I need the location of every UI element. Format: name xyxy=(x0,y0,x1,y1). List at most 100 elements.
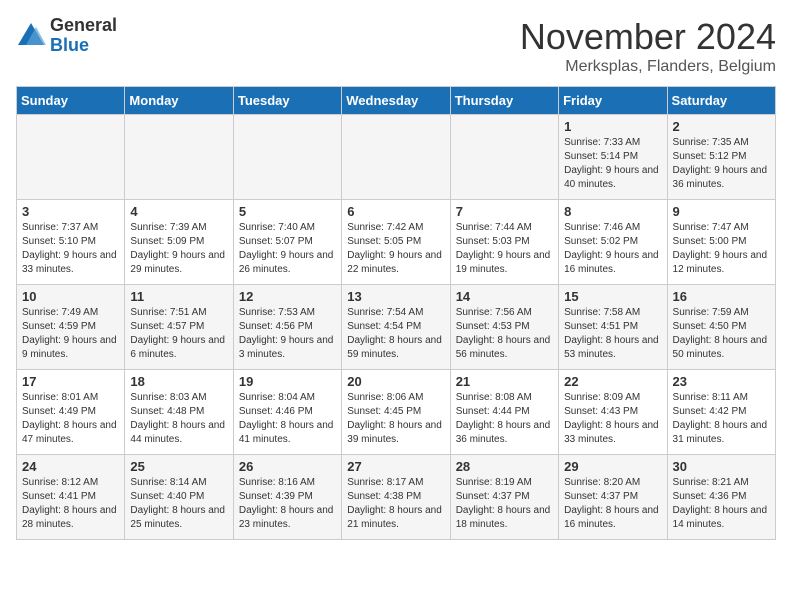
day-number: 15 xyxy=(564,289,661,304)
day-header-friday: Friday xyxy=(559,87,667,115)
month-title: November 2024 xyxy=(520,16,776,58)
day-number: 4 xyxy=(130,204,227,219)
day-header-monday: Monday xyxy=(125,87,233,115)
calendar-week-row: 17 Sunrise: 8:01 AM Sunset: 4:49 PM Dayli… xyxy=(17,370,776,455)
calendar-cell: 22 Sunrise: 8:09 AM Sunset: 4:43 PM Dayli… xyxy=(559,370,667,455)
calendar-week-row: 10 Sunrise: 7:49 AM Sunset: 4:59 PM Dayli… xyxy=(17,285,776,370)
day-info: Sunrise: 7:42 AM Sunset: 5:05 PM Dayligh… xyxy=(347,221,444,277)
calendar-cell: 14 Sunrise: 7:56 AM Sunset: 4:53 PM Dayli… xyxy=(450,285,558,370)
calendar-cell: 12 Sunrise: 7:53 AM Sunset: 4:56 PM Dayli… xyxy=(233,285,341,370)
day-number: 13 xyxy=(347,289,444,304)
calendar-cell: 18Sunrise: 8:03 AM Sunset: 4:48 PM Dayli… xyxy=(125,370,233,455)
day-info: Sunrise: 8:12 AM Sunset: 4:41 PM Dayligh… xyxy=(22,476,119,532)
day-info: Sunrise: 8:04 AM Sunset: 4:46 PM Dayligh… xyxy=(239,391,336,447)
day-header-sunday: Sunday xyxy=(17,87,125,115)
day-info: Sunrise: 7:37 AM Sunset: 5:10 PM Dayligh… xyxy=(22,221,119,277)
day-number: 17 xyxy=(22,374,119,389)
calendar-cell: 9 Sunrise: 7:47 AM Sunset: 5:00 PM Daylig… xyxy=(667,200,775,285)
day-number: 18 xyxy=(130,374,227,389)
day-number: 12 xyxy=(239,289,336,304)
calendar-cell: 16Sunrise: 7:59 AM Sunset: 4:50 PM Dayli… xyxy=(667,285,775,370)
calendar-cell: 5 Sunrise: 7:40 AM Sunset: 5:07 PM Daylig… xyxy=(233,200,341,285)
day-info: Sunrise: 7:39 AM Sunset: 5:09 PM Dayligh… xyxy=(130,221,227,277)
day-number: 27 xyxy=(347,459,444,474)
day-number: 14 xyxy=(456,289,553,304)
calendar-cell: 29 Sunrise: 8:20 AM Sunset: 4:37 PM Dayli… xyxy=(559,455,667,540)
day-number: 7 xyxy=(456,204,553,219)
day-number: 22 xyxy=(564,374,661,389)
day-info: Sunrise: 8:21 AM Sunset: 4:36 PM Dayligh… xyxy=(673,476,770,532)
day-number: 10 xyxy=(22,289,119,304)
day-info: Sunrise: 7:56 AM Sunset: 4:53 PM Dayligh… xyxy=(456,306,553,362)
calendar-week-row: 3 Sunrise: 7:37 AM Sunset: 5:10 PM Daylig… xyxy=(17,200,776,285)
calendar-cell xyxy=(233,115,341,200)
logo-text: General Blue xyxy=(50,16,117,56)
calendar-cell: 7 Sunrise: 7:44 AM Sunset: 5:03 PM Daylig… xyxy=(450,200,558,285)
day-number: 23 xyxy=(673,374,770,389)
day-number: 5 xyxy=(239,204,336,219)
day-header-saturday: Saturday xyxy=(667,87,775,115)
day-number: 1 xyxy=(564,119,661,134)
day-info: Sunrise: 7:47 AM Sunset: 5:00 PM Dayligh… xyxy=(673,221,770,277)
day-info: Sunrise: 7:46 AM Sunset: 5:02 PM Dayligh… xyxy=(564,221,661,277)
calendar-cell xyxy=(125,115,233,200)
calendar-cell: 30Sunrise: 8:21 AM Sunset: 4:36 PM Dayli… xyxy=(667,455,775,540)
location-title: Merksplas, Flanders, Belgium xyxy=(520,58,776,76)
day-info: Sunrise: 8:20 AM Sunset: 4:37 PM Dayligh… xyxy=(564,476,661,532)
calendar-week-row: 1 Sunrise: 7:33 AM Sunset: 5:14 PM Daylig… xyxy=(17,115,776,200)
calendar-cell: 1 Sunrise: 7:33 AM Sunset: 5:14 PM Daylig… xyxy=(559,115,667,200)
calendar-week-row: 24Sunrise: 8:12 AM Sunset: 4:41 PM Dayli… xyxy=(17,455,776,540)
calendar-cell: 15Sunrise: 7:58 AM Sunset: 4:51 PM Dayli… xyxy=(559,285,667,370)
day-header-tuesday: Tuesday xyxy=(233,87,341,115)
calendar-cell: 4 Sunrise: 7:39 AM Sunset: 5:09 PM Daylig… xyxy=(125,200,233,285)
day-number: 3 xyxy=(22,204,119,219)
day-info: Sunrise: 7:51 AM Sunset: 4:57 PM Dayligh… xyxy=(130,306,227,362)
day-info: Sunrise: 7:44 AM Sunset: 5:03 PM Dayligh… xyxy=(456,221,553,277)
day-number: 20 xyxy=(347,374,444,389)
calendar-cell: 25 Sunrise: 8:14 AM Sunset: 4:40 PM Dayli… xyxy=(125,455,233,540)
page-header: General Blue November 2024 Merksplas, Fl… xyxy=(16,16,776,76)
day-info: Sunrise: 8:17 AM Sunset: 4:38 PM Dayligh… xyxy=(347,476,444,532)
logo: General Blue xyxy=(16,16,117,56)
day-info: Sunrise: 7:49 AM Sunset: 4:59 PM Dayligh… xyxy=(22,306,119,362)
day-number: 9 xyxy=(673,204,770,219)
day-number: 21 xyxy=(456,374,553,389)
calendar-cell: 2 Sunrise: 7:35 AM Sunset: 5:12 PM Daylig… xyxy=(667,115,775,200)
day-number: 29 xyxy=(564,459,661,474)
day-number: 26 xyxy=(239,459,336,474)
day-number: 2 xyxy=(673,119,770,134)
calendar-cell: 21 Sunrise: 8:08 AM Sunset: 4:44 PM Dayli… xyxy=(450,370,558,455)
day-number: 19 xyxy=(239,374,336,389)
calendar-cell: 23 Sunrise: 8:11 AM Sunset: 4:42 PM Dayli… xyxy=(667,370,775,455)
day-info: Sunrise: 8:06 AM Sunset: 4:45 PM Dayligh… xyxy=(347,391,444,447)
calendar-cell: 19 Sunrise: 8:04 AM Sunset: 4:46 PM Dayli… xyxy=(233,370,341,455)
calendar-cell: 6 Sunrise: 7:42 AM Sunset: 5:05 PM Daylig… xyxy=(342,200,450,285)
calendar-cell: 3 Sunrise: 7:37 AM Sunset: 5:10 PM Daylig… xyxy=(17,200,125,285)
logo-icon xyxy=(16,21,46,51)
day-info: Sunrise: 8:19 AM Sunset: 4:37 PM Dayligh… xyxy=(456,476,553,532)
day-info: Sunrise: 7:35 AM Sunset: 5:12 PM Dayligh… xyxy=(673,136,770,192)
day-info: Sunrise: 8:01 AM Sunset: 4:49 PM Dayligh… xyxy=(22,391,119,447)
calendar-header-row: SundayMondayTuesdayWednesdayThursdayFrid… xyxy=(17,87,776,115)
day-info: Sunrise: 7:59 AM Sunset: 4:50 PM Dayligh… xyxy=(673,306,770,362)
logo-blue: Blue xyxy=(50,36,117,56)
day-info: Sunrise: 8:08 AM Sunset: 4:44 PM Dayligh… xyxy=(456,391,553,447)
day-info: Sunrise: 7:53 AM Sunset: 4:56 PM Dayligh… xyxy=(239,306,336,362)
calendar-cell xyxy=(17,115,125,200)
calendar-cell: 13Sunrise: 7:54 AM Sunset: 4:54 PM Dayli… xyxy=(342,285,450,370)
calendar-cell: 20 Sunrise: 8:06 AM Sunset: 4:45 PM Dayli… xyxy=(342,370,450,455)
calendar-cell: 8 Sunrise: 7:46 AM Sunset: 5:02 PM Daylig… xyxy=(559,200,667,285)
day-number: 28 xyxy=(456,459,553,474)
calendar-cell: 27 Sunrise: 8:17 AM Sunset: 4:38 PM Dayli… xyxy=(342,455,450,540)
day-info: Sunrise: 8:11 AM Sunset: 4:42 PM Dayligh… xyxy=(673,391,770,447)
calendar-cell: 11Sunrise: 7:51 AM Sunset: 4:57 PM Dayli… xyxy=(125,285,233,370)
day-number: 25 xyxy=(130,459,227,474)
day-info: Sunrise: 7:40 AM Sunset: 5:07 PM Dayligh… xyxy=(239,221,336,277)
day-number: 8 xyxy=(564,204,661,219)
day-info: Sunrise: 8:09 AM Sunset: 4:43 PM Dayligh… xyxy=(564,391,661,447)
day-info: Sunrise: 8:14 AM Sunset: 4:40 PM Dayligh… xyxy=(130,476,227,532)
day-info: Sunrise: 7:33 AM Sunset: 5:14 PM Dayligh… xyxy=(564,136,661,192)
day-number: 6 xyxy=(347,204,444,219)
calendar-cell: 17 Sunrise: 8:01 AM Sunset: 4:49 PM Dayli… xyxy=(17,370,125,455)
calendar-table: SundayMondayTuesdayWednesdayThursdayFrid… xyxy=(16,86,776,540)
